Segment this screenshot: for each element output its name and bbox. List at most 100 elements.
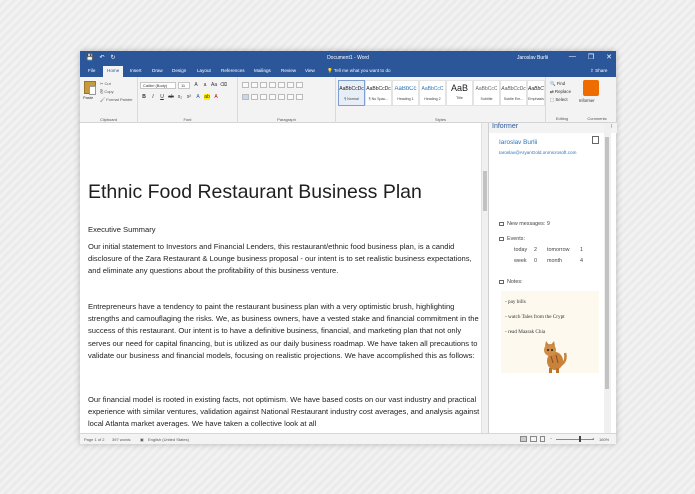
informer-ribbon-label: Informer xyxy=(579,98,595,103)
tab-home[interactable]: Home xyxy=(103,66,124,77)
read-mode-button[interactable] xyxy=(520,436,527,442)
subscript-icon[interactable]: x₂ xyxy=(177,94,183,100)
style-normal[interactable]: AaBbCcDc ¶ Normal xyxy=(338,80,365,106)
comments-label: Comments xyxy=(587,116,607,121)
event-period: today xyxy=(514,247,528,253)
document-scrollbar[interactable] xyxy=(481,123,488,433)
style-name: Title xyxy=(456,96,463,100)
align-left-icon[interactable] xyxy=(242,94,249,100)
style-heading-1[interactable]: AaBbCc Heading 1 xyxy=(392,80,419,106)
font-name-select[interactable]: Calibri (Body) xyxy=(140,82,176,89)
print-layout-button[interactable] xyxy=(530,436,537,442)
style-preview: AaBbCcC xyxy=(475,86,498,92)
zoom-knob[interactable] xyxy=(579,436,581,442)
style-subtle-emphasis[interactable]: AaBbCcDc Subtle Em... xyxy=(500,80,527,106)
tell-me-box[interactable]: 💡 Tell me what you want to do xyxy=(327,68,391,74)
tab-design[interactable]: Design xyxy=(172,68,186,73)
informer-ribbon-button[interactable] xyxy=(583,80,599,96)
find-button[interactable]: 🔍 Find xyxy=(550,81,565,87)
language[interactable]: English (United States) xyxy=(148,437,189,442)
proofing-icon[interactable]: ▣ xyxy=(140,437,144,442)
select-button[interactable]: ⬚ Select xyxy=(550,97,568,103)
multilevel-icon[interactable] xyxy=(260,82,267,88)
signed-in-user[interactable]: Jaroslav Burlii xyxy=(517,55,548,61)
tab-insert[interactable]: Insert xyxy=(130,68,142,73)
borders-icon[interactable] xyxy=(296,94,303,100)
change-case-icon[interactable]: Aa xyxy=(211,82,217,88)
tab-layout[interactable]: Layout xyxy=(197,68,211,73)
paragraph-group: Paragraph xyxy=(238,77,336,123)
calendar-icon xyxy=(499,237,504,241)
bullets-icon[interactable] xyxy=(242,82,249,88)
tab-file[interactable]: File xyxy=(88,68,95,73)
superscript-icon[interactable]: x² xyxy=(186,94,192,100)
tab-view[interactable]: View xyxy=(305,68,315,73)
share-button[interactable]: ⇪ Share xyxy=(590,68,607,74)
paste-button[interactable]: Paste xyxy=(83,81,97,103)
cut-label: Cut xyxy=(104,81,111,86)
event-count: 0 xyxy=(534,257,537,264)
replace-button[interactable]: ⇄ Replace xyxy=(550,89,571,95)
shrink-font-icon[interactable]: a xyxy=(202,82,208,88)
grow-font-icon[interactable]: A xyxy=(193,82,199,88)
tab-mailings[interactable]: Mailings xyxy=(254,68,271,73)
style-no-spacing[interactable]: AaBbCcDc ¶ No Spac... xyxy=(365,80,392,106)
align-right-icon[interactable] xyxy=(260,94,267,100)
justify-icon[interactable] xyxy=(269,94,276,100)
informer-user-email[interactable]: Iaroslav@AryanGold.onmicrosoft.com xyxy=(499,150,611,155)
copy-button[interactable]: ⎘ Copy xyxy=(100,89,114,94)
messages-row[interactable]: New messages: 9 xyxy=(499,221,550,227)
zoom-out-icon[interactable]: − xyxy=(550,436,552,441)
numbering-icon[interactable] xyxy=(251,82,258,88)
word-count[interactable]: 397 words xyxy=(112,437,130,442)
line-spacing-icon[interactable] xyxy=(278,94,285,100)
sort-icon[interactable] xyxy=(287,82,294,88)
zoom-slider[interactable] xyxy=(556,439,594,440)
restore-button[interactable]: ❐ xyxy=(588,53,594,61)
zoom-in-icon[interactable]: + xyxy=(592,436,594,441)
align-center-icon[interactable] xyxy=(251,94,258,100)
paragraph-2[interactable]: Entrepreneurs have a tendency to paint t… xyxy=(88,301,480,362)
tab-references[interactable]: References xyxy=(221,68,245,73)
pane-scroll-thumb[interactable] xyxy=(605,137,609,389)
show-marks-icon[interactable] xyxy=(296,82,303,88)
zoom-level[interactable]: 160% xyxy=(599,437,609,442)
minimize-button[interactable]: — xyxy=(569,53,576,61)
events-header: Events: xyxy=(499,236,525,242)
style-heading-2[interactable]: AaBbCcC Heading 2 xyxy=(419,80,446,106)
clear-format-icon[interactable]: ⌫ xyxy=(220,82,227,88)
doc-heading[interactable]: Ethnic Food Restaurant Business Plan xyxy=(88,181,422,204)
document-canvas[interactable]: Ethnic Food Restaurant Business Plan Exe… xyxy=(80,123,488,433)
strikethrough-icon[interactable]: ab xyxy=(168,94,174,100)
font-size-select[interactable]: 11 xyxy=(178,82,190,89)
pane-scrollbar[interactable] xyxy=(604,123,611,433)
text-effects-icon[interactable]: A xyxy=(195,94,201,100)
format-painter-button[interactable]: 🖌 Format Painter xyxy=(100,97,133,102)
underline-icon[interactable]: U xyxy=(159,94,165,100)
paragraph-1[interactable]: Our initial statement to Investors and F… xyxy=(88,241,480,278)
style-subtitle[interactable]: AaBbCcC Subtitle xyxy=(473,80,500,106)
cut-button[interactable]: ✂ Cut xyxy=(100,81,111,86)
font-color-icon[interactable]: A xyxy=(213,94,219,100)
tab-draw[interactable]: Draw xyxy=(152,68,163,73)
italic-icon[interactable]: I xyxy=(150,94,156,100)
tell-me-label: Tell me what you want to do xyxy=(333,68,391,73)
highlight-icon[interactable]: ab xyxy=(204,94,210,100)
paragraph-3[interactable]: Our financial model is rooted in existin… xyxy=(88,394,480,431)
style-title[interactable]: AaB Title xyxy=(446,80,473,106)
close-button[interactable]: ✕ xyxy=(606,53,612,61)
style-preview: AaBbCcDc xyxy=(501,86,526,92)
shading-icon[interactable] xyxy=(287,94,294,100)
style-name: ¶ No Spac... xyxy=(368,97,389,101)
tab-review[interactable]: Review xyxy=(281,68,296,73)
logout-icon[interactable] xyxy=(592,136,599,144)
page-count[interactable]: Page 1 of 2 xyxy=(84,437,104,442)
style-emphasis[interactable]: AaBbCcDc Emphasis xyxy=(527,80,545,106)
section-heading[interactable]: Executive Summary xyxy=(88,225,156,234)
web-layout-button[interactable] xyxy=(540,436,545,442)
increase-indent-icon[interactable] xyxy=(278,82,285,88)
new-messages-count: New messages: 9 xyxy=(507,221,550,227)
bold-icon[interactable]: B xyxy=(141,94,147,100)
decrease-indent-icon[interactable] xyxy=(269,82,276,88)
document-scroll-thumb[interactable] xyxy=(483,171,487,211)
